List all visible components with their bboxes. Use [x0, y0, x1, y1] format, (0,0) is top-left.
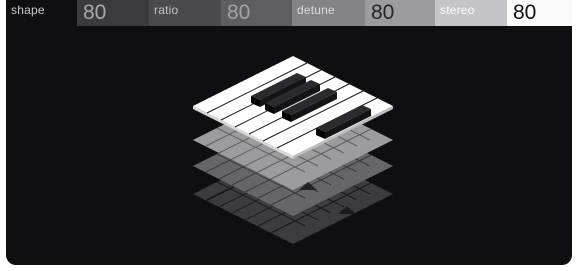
param-stereo-value[interactable]: 80 [507, 0, 572, 26]
param-ratio-label: ratio [149, 0, 221, 26]
param-detune[interactable]: detune 80 [292, 0, 435, 26]
param-stereo-label: stereo [435, 0, 507, 26]
param-shape-label: shape [6, 0, 77, 26]
param-shape-value[interactable]: 80 [77, 0, 149, 26]
plugin-panel: shape 80 ratio 80 detune 80 stereo 80 [6, 0, 572, 265]
param-detune-value[interactable]: 80 [365, 0, 435, 26]
isometric-piano-keyboard-icon [193, 56, 393, 244]
param-ratio-value[interactable]: 80 [221, 0, 292, 26]
param-stereo[interactable]: stereo 80 [435, 0, 572, 26]
param-detune-label: detune [292, 0, 365, 26]
parameter-bar: shape 80 ratio 80 detune 80 stereo 80 [6, 0, 572, 26]
param-ratio[interactable]: ratio 80 [149, 0, 292, 26]
param-shape[interactable]: shape 80 [6, 0, 149, 26]
